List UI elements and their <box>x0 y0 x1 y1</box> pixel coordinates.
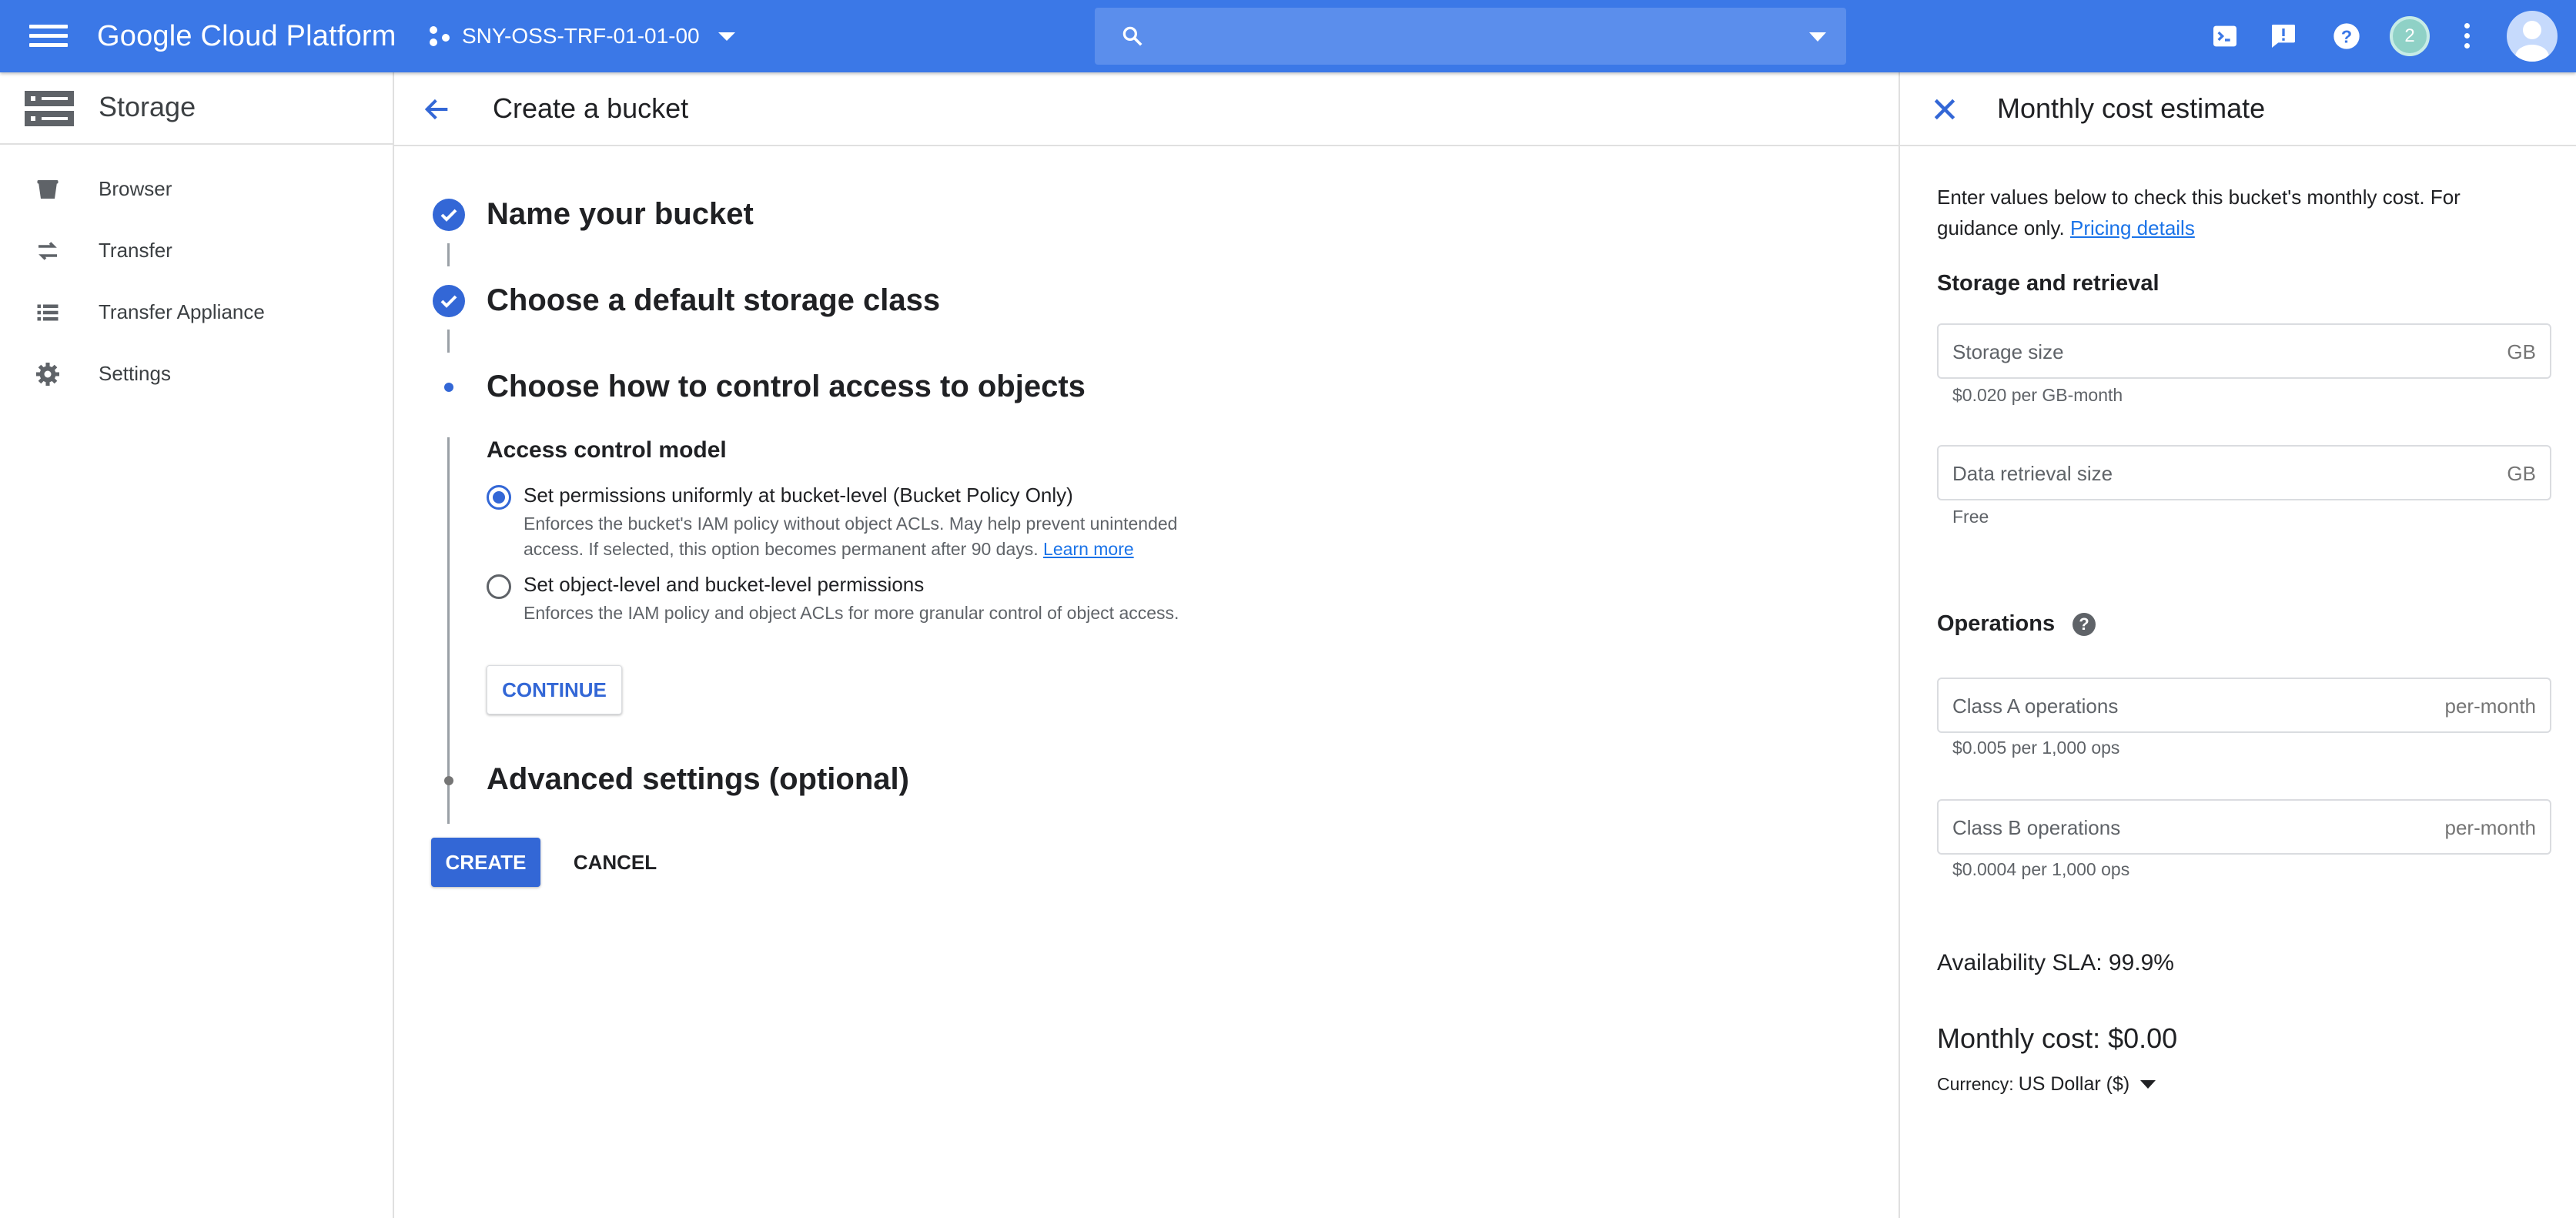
sidebar-item-settings[interactable]: Settings <box>0 343 393 405</box>
option-description-text: access. If selected, this option becomes… <box>524 539 1039 559</box>
radio-bucket-policy-only[interactable] <box>487 485 511 510</box>
step-title-advanced-settings[interactable]: Advanced settings (optional) <box>487 762 909 797</box>
class-b-hint: $0.0004 per 1,000 ops <box>1952 859 2130 879</box>
chevron-down-icon <box>2140 1080 2156 1089</box>
feedback-icon[interactable] <box>2268 21 2299 52</box>
option-title[interactable]: Set permissions uniformly at bucket-leve… <box>524 484 1073 507</box>
class-a-hint: $0.005 per 1,000 ops <box>1952 738 2120 758</box>
storage-size-field[interactable]: Storage size GB <box>1937 323 2551 379</box>
field-placeholder: Storage size <box>1952 340 2064 363</box>
monthly-cost: Monthly cost: $0.00 <box>1937 1022 2178 1054</box>
currency-selector[interactable]: Currency: US Dollar ($) <box>1937 1073 2156 1096</box>
list-icon <box>37 304 59 321</box>
data-retrieval-size-field[interactable]: Data retrieval size GB <box>1937 445 2551 500</box>
help-question-icon[interactable]: ? <box>2073 613 2096 636</box>
step-active-dot <box>444 383 453 392</box>
chevron-down-icon <box>718 32 735 41</box>
field-unit: GB <box>2507 462 2536 485</box>
panel-header: Monthly cost estimate <box>1900 72 2576 146</box>
search-input[interactable] <box>1164 17 1765 55</box>
currency-value: US Dollar ($) <box>2018 1073 2130 1095</box>
option-description-line: Enforces the bucket's IAM policy without… <box>524 514 1178 534</box>
class-b-operations-field[interactable]: Class B operations per-month <box>1937 799 2551 855</box>
search-icon <box>1122 26 1142 46</box>
step-title-storage-class[interactable]: Choose a default storage class <box>487 283 940 318</box>
cost-estimate-panel: Monthly cost estimate Enter values below… <box>1899 72 2576 1218</box>
step-connector <box>447 243 450 266</box>
panel-intro: Enter values below to check this bucket'… <box>1937 182 2545 243</box>
operations-heading: Operations <box>1937 611 2056 636</box>
field-placeholder: Class A operations <box>1952 694 2119 718</box>
hamburger-menu-icon[interactable] <box>29 25 68 48</box>
continue-button[interactable]: CONTINUE <box>487 665 622 714</box>
project-selector[interactable]: SNY-OSS-TRF-01-01-00 <box>428 17 735 55</box>
main-content: Create a bucket Name your bucket Choose … <box>394 72 1899 1218</box>
field-placeholder: Class B operations <box>1952 816 2121 839</box>
option-description-line: access. If selected, this option becomes… <box>524 537 1216 562</box>
cancel-button[interactable]: CANCEL <box>567 838 664 887</box>
sidebar-item-browser[interactable]: Browser <box>0 159 393 220</box>
storage-size-hint: $0.020 per GB-month <box>1952 385 2123 405</box>
radio-object-level-permissions[interactable] <box>487 574 511 599</box>
back-arrow-icon[interactable] <box>422 94 453 125</box>
option-description: Enforces the bucket's IAM policy without… <box>524 511 1216 562</box>
sidebar-item-label: Settings <box>99 362 171 385</box>
field-unit: GB <box>2507 340 2536 363</box>
user-avatar[interactable] <box>2507 11 2558 62</box>
close-icon[interactable] <box>1929 94 1960 125</box>
currency-label: Currency: <box>1937 1074 2014 1094</box>
create-button[interactable]: CREATE <box>431 838 540 887</box>
more-vert-icon[interactable] <box>2462 23 2471 51</box>
app-title[interactable]: Google Cloud Platform <box>97 15 396 57</box>
page-header: Create a bucket <box>394 72 1899 146</box>
storage-product-icon <box>25 91 74 126</box>
page-title: Create a bucket <box>493 92 689 124</box>
step-pending-dot <box>444 776 453 785</box>
option-description: Enforces the IAM policy and object ACLs … <box>524 603 1179 623</box>
step-title-access-control[interactable]: Choose how to control access to objects <box>487 370 1086 404</box>
top-app-bar: Google Cloud Platform SNY-OSS-TRF-01-01-… <box>0 0 2576 72</box>
gear-icon <box>36 363 59 386</box>
pricing-details-link[interactable]: Pricing details <box>2070 216 2195 239</box>
step-complete-check-icon <box>433 285 465 317</box>
search-dropdown-icon[interactable] <box>1809 32 1826 42</box>
bucket-icon <box>37 180 59 199</box>
step-connector <box>447 330 450 353</box>
storage-retrieval-heading: Storage and retrieval <box>1937 271 2159 296</box>
search-bar[interactable] <box>1095 8 1846 65</box>
field-placeholder: Data retrieval size <box>1952 462 2113 485</box>
cloud-shell-icon[interactable] <box>2210 21 2240 52</box>
access-control-model-label: Access control model <box>487 437 727 463</box>
transfer-icon <box>38 242 57 260</box>
step-complete-check-icon <box>433 199 465 231</box>
product-title: Storage <box>99 91 196 122</box>
project-name: SNY-OSS-TRF-01-01-00 <box>462 24 700 48</box>
availability-sla: Availability SLA: 99.9% <box>1937 950 2174 975</box>
panel-intro-text: Enter values below to check this bucket'… <box>1937 186 2461 239</box>
person-icon <box>2515 21 2549 62</box>
step-title-name-bucket[interactable]: Name your bucket <box>487 197 754 232</box>
step-connector <box>447 437 450 824</box>
field-unit: per-month <box>2444 694 2537 718</box>
retrieval-size-hint: Free <box>1952 507 1989 527</box>
panel-title: Monthly cost estimate <box>1997 92 2266 124</box>
sidebar-item-label: Transfer Appliance <box>99 300 265 323</box>
help-icon[interactable]: ? <box>2331 21 2362 52</box>
sidebar-item-label: Browser <box>99 177 172 200</box>
sidebar-item-transfer[interactable]: Transfer <box>0 220 393 282</box>
nav-header: Storage <box>0 72 393 145</box>
left-navigation: Storage Browser Transfer Transfer Applia… <box>0 72 394 1218</box>
svg-text:?: ? <box>2341 26 2352 46</box>
class-a-operations-field[interactable]: Class A operations per-month <box>1937 678 2551 733</box>
project-icon <box>428 25 451 48</box>
option-title[interactable]: Set object-level and bucket-level permis… <box>524 573 924 597</box>
sidebar-item-label: Transfer <box>99 239 172 262</box>
notifications-badge[interactable]: 2 <box>2390 16 2430 56</box>
field-unit: per-month <box>2444 816 2537 839</box>
sidebar-item-transfer-appliance[interactable]: Transfer Appliance <box>0 282 393 343</box>
learn-more-link[interactable]: Learn more <box>1043 539 1134 559</box>
